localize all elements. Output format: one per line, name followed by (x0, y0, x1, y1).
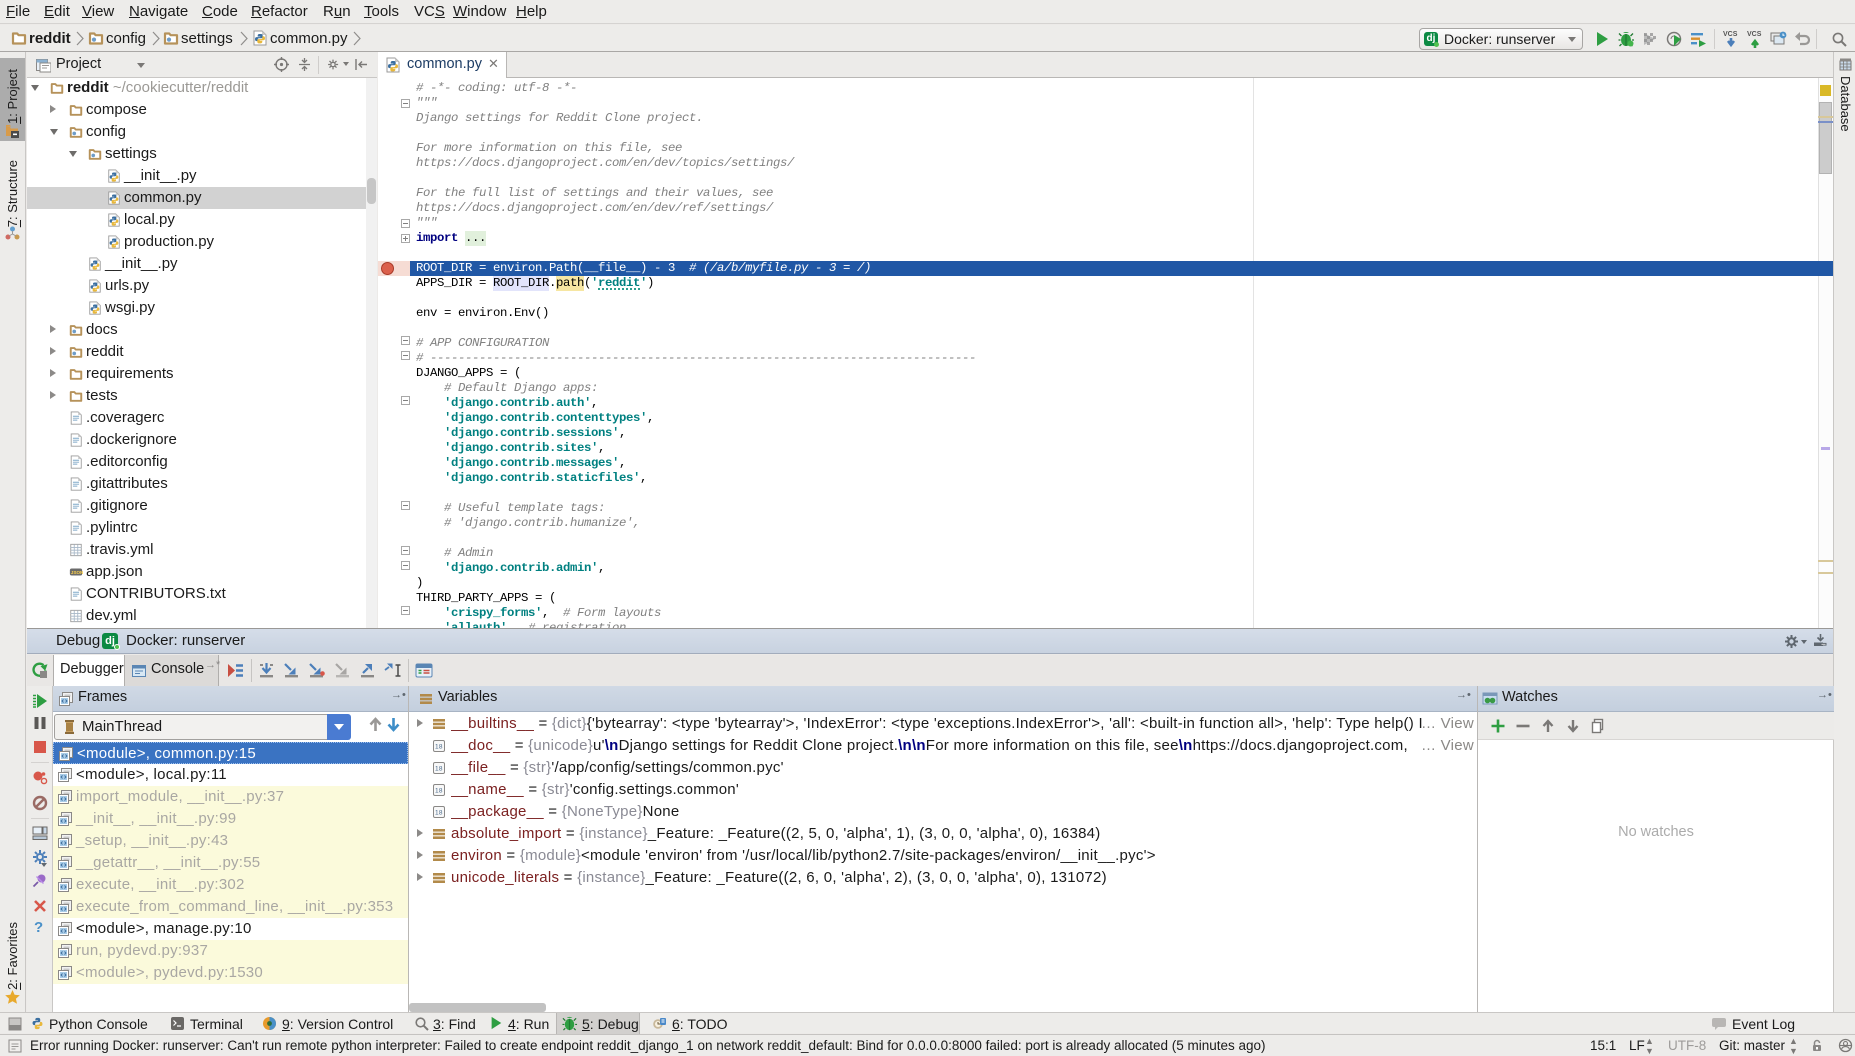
svg-text:VCS: VCS (1723, 31, 1738, 38)
svg-text:VCS: VCS (1747, 31, 1762, 38)
